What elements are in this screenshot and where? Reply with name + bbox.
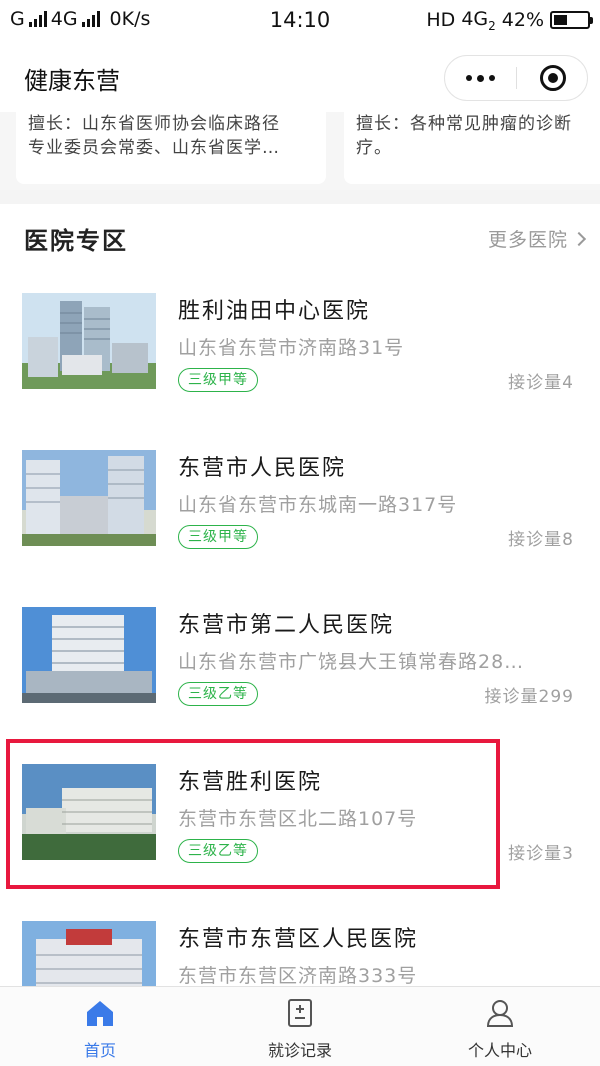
section-divider (0, 190, 600, 204)
hospital-name: 东营市第二人民医院 (178, 613, 395, 638)
tab-label: 个人中心 (467, 1041, 532, 1060)
hospital-address: 山东省东营市济南路31号 (178, 337, 405, 359)
hospital-visit-count: 接诊量3 (508, 844, 574, 864)
mini-program-capsule (444, 55, 588, 101)
hospital-visit-count: 接诊量299 (484, 687, 574, 707)
hospital-item[interactable]: 东营市人民医院 山东省东营市东城南一路317号 三级甲等 接诊量8 (0, 436, 600, 592)
battery-icon (550, 11, 593, 30)
hospital-name: 东营市人民医院 (178, 456, 347, 481)
user-icon (486, 1000, 514, 1027)
hospital-item[interactable]: 东营市第二人民医院 山东省东营市广饶县大王镇常春路28… 三级乙等 接诊量299 (0, 593, 600, 749)
doctor-card[interactable]: 擅长：各种常见肿瘤的诊断 疗。 (344, 112, 600, 184)
hospital-address: 东营市东营区济南路333号 (178, 965, 418, 987)
more-dot (466, 75, 472, 81)
doctor-specialty-line: 疗。 (356, 138, 392, 158)
more-dot (477, 74, 484, 82)
hospital-address: 东营市东营区北二路107号 (178, 808, 418, 830)
hospital-photo (22, 607, 156, 703)
doctor-specialty-line: 擅长：各种常见肿瘤的诊断 (356, 114, 572, 134)
more-button[interactable] (445, 56, 516, 100)
hospital-photo (22, 764, 156, 860)
battery-percent: 42% (501, 9, 544, 32)
tab-label: 首页 (83, 1041, 116, 1060)
chevron-right-icon (571, 231, 587, 246)
tab-bar: 首页 就诊记录 个人中心 (0, 986, 600, 1066)
battery-level (554, 15, 567, 26)
doctor-card-strip: 擅长：山东省医师协会临床路径 专业委员会常委、山东省医学… 擅长：各种常见肿瘤的… (0, 112, 600, 200)
hospital-grade-badge: 三级甲等 (178, 525, 258, 549)
hospital-grade-badge: 三级乙等 (178, 839, 258, 863)
hospital-visit-count: 接诊量4 (508, 373, 574, 393)
record-icon (288, 999, 312, 1027)
hospital-name: 胜利油田中心医院 (178, 299, 371, 324)
tab-home[interactable]: 首页 (0, 987, 200, 1066)
target-icon (539, 65, 566, 91)
hospital-visit-count: 接诊量8 (508, 530, 574, 550)
more-hospitals-link[interactable]: 更多医院 (487, 225, 587, 252)
doctor-specialty-line: 专业委员会常委、山东省医学… (28, 138, 280, 158)
hd-label: HD (426, 9, 456, 32)
net-right-sub: 2 (488, 18, 496, 33)
status-bar: G 4G 0K/s 14:10 HD 4G2 42% (0, 0, 600, 40)
close-button[interactable] (517, 56, 588, 100)
hospital-name: 东营胜利医院 (178, 770, 323, 795)
hospital-photo (22, 450, 156, 546)
hospital-photo (22, 293, 156, 389)
tab-label: 就诊记录 (267, 1041, 332, 1060)
title-bar: 健康东营 (0, 40, 600, 112)
net-right-label: 4G2 (461, 8, 495, 33)
hospital-item[interactable]: 胜利油田中心医院 山东省东营市济南路31号 三级甲等 接诊量4 (0, 279, 600, 435)
section-title: 医院专区 (24, 227, 128, 255)
hospital-item[interactable]: 东营胜利医院 东营市东营区北二路107号 三级乙等 接诊量3 (0, 750, 600, 906)
more-hospitals-label: 更多医院 (487, 229, 568, 251)
hospital-name: 东营市东营区人民医院 (178, 927, 419, 952)
hospital-grade-badge: 三级乙等 (178, 682, 258, 706)
hospital-address: 山东省东营市东城南一路317号 (178, 494, 458, 516)
hospital-grade-badge: 三级甲等 (178, 368, 258, 392)
home-icon (87, 1001, 113, 1026)
status-right: HD 4G2 42% (426, 8, 593, 33)
doctor-card[interactable]: 擅长：山东省医师协会临床路径 专业委员会常委、山东省医学… (16, 112, 326, 184)
tab-records[interactable]: 就诊记录 (200, 987, 400, 1066)
more-dot (489, 75, 495, 81)
doctor-specialty-line: 擅长：山东省医师协会临床路径 (28, 114, 280, 134)
page-title: 健康东营 (24, 67, 120, 95)
hospital-address: 山东省东营市广饶县大王镇常春路28… (178, 651, 525, 673)
tab-profile[interactable]: 个人中心 (400, 987, 600, 1066)
net-right-main: 4G (461, 8, 489, 30)
